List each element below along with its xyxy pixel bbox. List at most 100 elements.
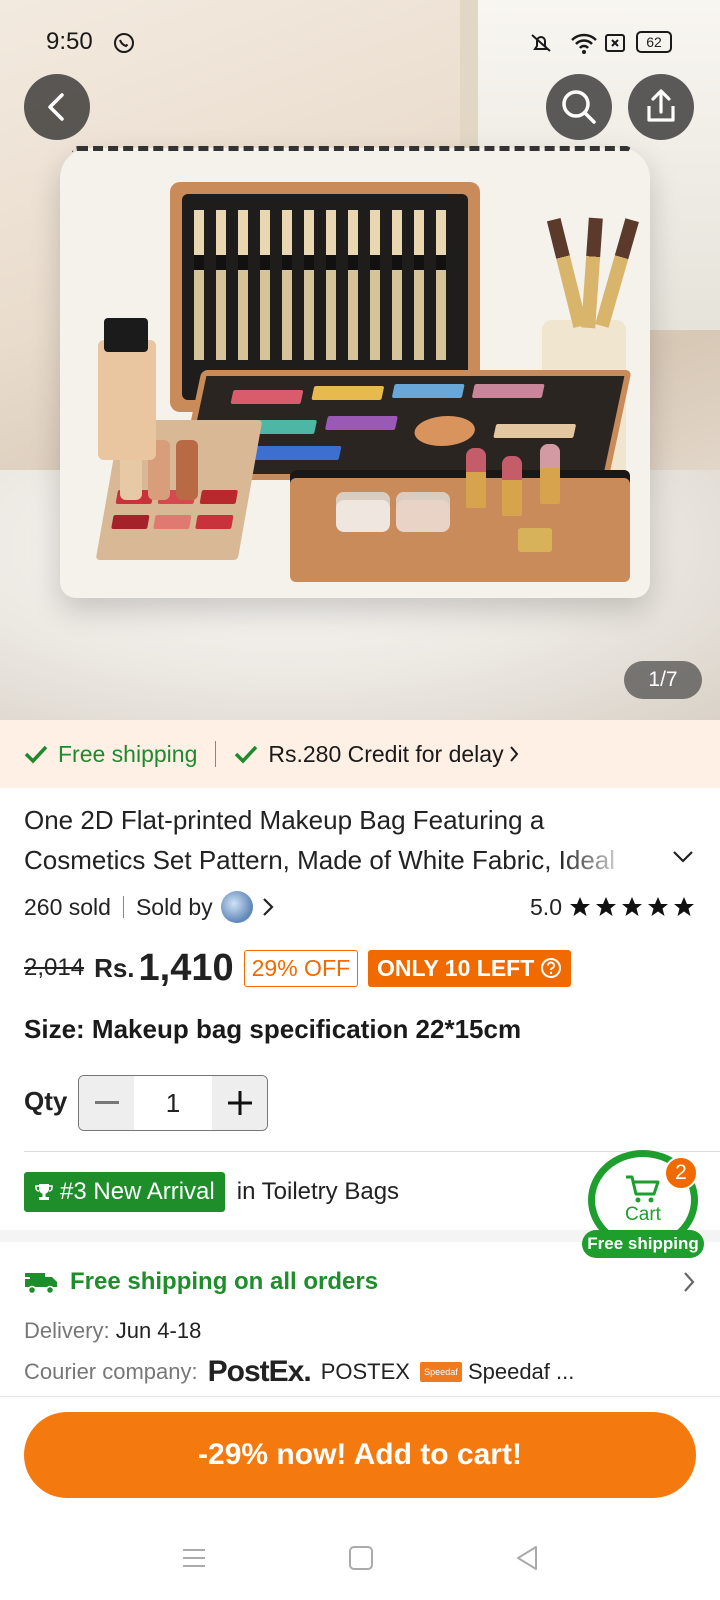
size-label: Size: [24, 1014, 85, 1044]
system-nav-bar [0, 1520, 720, 1600]
delivery-dates: Delivery: Jun 4-18 [24, 1318, 201, 1344]
star-icon [622, 897, 642, 916]
free-shipping-all-label: Free shipping on all orders [70, 1268, 379, 1295]
postex-logo: PostEx. [207, 1355, 312, 1388]
ranking-badge-label: #3 New Arrival [60, 1178, 215, 1205]
floating-cart-button[interactable]: Cart 2 Free shipping [582, 1150, 704, 1258]
delivery-value: Jun 4-18 [115, 1318, 202, 1343]
cream-jar [336, 492, 390, 532]
title-fade [560, 842, 650, 880]
chevron-right-icon[interactable] [261, 896, 275, 918]
product-image[interactable] [0, 0, 720, 720]
sold-count: 260 sold [24, 893, 111, 920]
rating[interactable]: 5.0 [530, 894, 696, 921]
stock-badge[interactable]: ONLY 10 LEFT [368, 949, 572, 987]
speedaf-logo: Speedaf [419, 1362, 462, 1382]
search-icon [562, 90, 596, 124]
expand-title-button[interactable] [672, 850, 694, 869]
stock-label: ONLY 10 LEFT [377, 954, 535, 981]
battery-level: 62 [646, 34, 662, 50]
cart-free-shipping: Free shipping [582, 1230, 704, 1258]
free-shipping-row[interactable]: Free shipping on all orders [24, 1262, 696, 1302]
quantity-input[interactable]: 1 [134, 1076, 212, 1130]
foundation-cap [104, 318, 148, 352]
whatsapp-icon [112, 31, 136, 60]
cream-jar [396, 492, 450, 532]
lipstick [540, 444, 560, 504]
foundation-bottle [98, 340, 156, 460]
search-button[interactable] [546, 74, 612, 140]
menu-icon [183, 1548, 205, 1567]
menu-nav-button[interactable] [180, 1546, 208, 1575]
cart-label: Cart [625, 1204, 661, 1225]
original-price: 2,014 [24, 954, 85, 981]
check-icon [24, 745, 48, 764]
credit-for-delay[interactable]: Rs.280 Credit for delay [268, 741, 503, 768]
postex-name: POSTEX [320, 1359, 410, 1384]
current-price: 1,410 [138, 946, 234, 989]
pouch-zipper [72, 146, 632, 158]
mute-icon [526, 31, 556, 60]
sim-icon [604, 32, 626, 59]
increment-button[interactable] [212, 1076, 267, 1130]
speedaf-name: Speedaf ... [467, 1359, 575, 1384]
share-icon [647, 89, 675, 122]
back-triangle-icon [517, 1545, 537, 1570]
size-value: Makeup bag specification 22*15cm [91, 1014, 522, 1044]
truck-icon [24, 1273, 57, 1295]
star-icon [674, 897, 694, 916]
back-nav-button[interactable] [514, 1544, 540, 1577]
free-shipping-label: Free shipping [58, 740, 198, 767]
share-button[interactable] [628, 74, 694, 140]
back-button[interactable] [24, 74, 90, 140]
minus-icon [94, 1101, 119, 1104]
chevron-down-icon [673, 851, 693, 863]
case-clasp [518, 528, 552, 552]
seller-avatar[interactable] [220, 891, 253, 923]
shipping-banner[interactable]: Free shipping Rs.280 Credit for delay [0, 720, 720, 788]
ranking-category: in Toiletry Bags [236, 1178, 400, 1205]
help-icon [541, 958, 562, 978]
qty-label: Qty [24, 1086, 68, 1116]
decrement-button[interactable] [79, 1076, 134, 1130]
status-time: 9:50 [46, 28, 93, 55]
trophy-icon [35, 1184, 53, 1200]
star-icon [596, 897, 616, 916]
home-square-icon [349, 1545, 373, 1570]
ranking-row[interactable]: #3 New Arrival in Toiletry Bags [24, 1172, 399, 1212]
plus-icon [227, 1091, 252, 1115]
wifi-icon [570, 31, 598, 60]
sold-by-label: Sold by [135, 893, 213, 920]
battery-icon: 62 [636, 31, 672, 53]
currency-symbol: Rs. [94, 952, 135, 983]
bottom-divider [0, 1396, 720, 1397]
courier-label: Courier company: [24, 1359, 198, 1384]
size-selector[interactable]: Size: Makeup bag specification 22*15cm [24, 1014, 521, 1045]
chevron-right-icon [509, 746, 518, 762]
cart-icon [626, 1175, 660, 1203]
courier-row: Courier company: PostEx. POSTEX Speedaf … [24, 1355, 574, 1389]
product-title: One 2D Flat-printed Makeup Bag Featuring… [24, 805, 616, 875]
status-bar: 9:50 62 [0, 0, 720, 86]
price-row: 2,014 Rs. 1,410 29% OFF ONLY 10 LEFT [24, 944, 572, 992]
ranking-badge: #3 New Arrival [24, 1172, 225, 1212]
image-counter: 1/7 [624, 661, 702, 699]
check-icon [235, 745, 258, 764]
quantity-stepper: 1 [78, 1075, 268, 1131]
divider [215, 741, 217, 767]
delivery-label: Delivery: [24, 1318, 110, 1343]
product-page: { "status_bar": {"time": "9:50", "batter… [0, 0, 720, 1600]
star-icon [648, 897, 668, 916]
product-meta: 260 sold Sold by 5.0 [24, 890, 696, 924]
home-nav-button[interactable] [348, 1545, 374, 1576]
cart-count-badge: 2 [664, 1156, 698, 1190]
star-icon [570, 897, 590, 916]
discount-badge: 29% OFF [243, 949, 359, 987]
rating-value: 5.0 [530, 893, 562, 920]
add-to-cart-button[interactable]: -29% now! Add to cart! [24, 1412, 696, 1498]
lipstick [502, 456, 522, 516]
chevron-right-icon [684, 1272, 695, 1292]
chevron-left-icon [48, 93, 64, 121]
lipstick [466, 448, 486, 508]
serum-bottle [176, 440, 198, 500]
